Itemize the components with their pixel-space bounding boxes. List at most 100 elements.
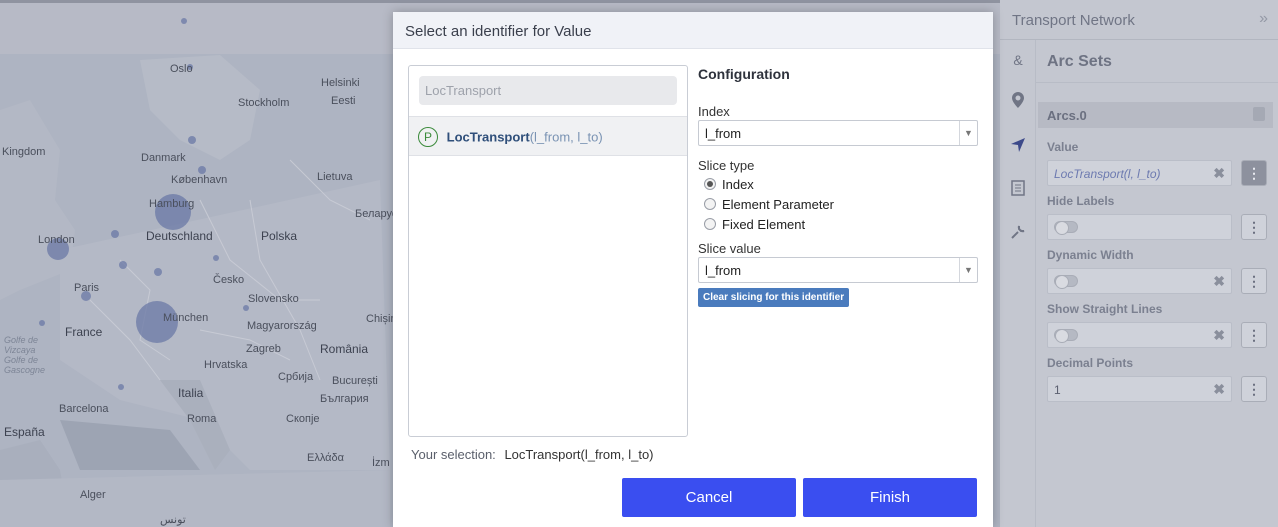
map-city-label: España [4,425,45,439]
map-city-label: Alger [80,489,106,501]
chevron-down-icon: ▼ [959,258,977,282]
land-north-africa [0,470,390,527]
clear-decimal-points-icon[interactable]: ✖ [1213,381,1225,398]
straight-lines-options-button[interactable]: ⋮ [1241,322,1267,348]
map-city-label: București [332,375,378,387]
finish-button[interactable]: Finish [803,478,977,517]
map-city-label: Paris [74,282,100,294]
map-city-label: تونس [160,514,186,526]
map-pin-icon[interactable] [1008,92,1028,112]
sidebar-tabs: & [1000,40,1036,527]
map-city-label: Deutschland [146,229,213,243]
dialog-title: Select an identifier for Value [405,23,592,40]
slice-type-option-label: Index [722,177,754,192]
slice-type-option[interactable]: Fixed Element [704,217,805,232]
straight-lines-label: Show Straight Lines [1047,302,1163,316]
dynamic-width-field: ✖ [1047,268,1232,294]
sidebar-header: Transport Network » [1000,0,1278,40]
map-city-label: Slovensko [248,293,299,305]
map-city-label: München [163,312,209,324]
map-city-label: Беларус [355,208,398,220]
value-field[interactable]: LocTransport(l, l_to) ✖ [1047,160,1232,186]
clear-slicing-button[interactable]: Clear slicing for this identifier [698,288,850,307]
map-city-label: Hrvatska [204,359,248,371]
wrench-icon-shape [1011,225,1025,239]
arc-set-name: Arcs.0 [1047,108,1087,123]
slice-type-option-label: Fixed Element [722,217,806,232]
sidebar-title: Transport Network [1012,12,1135,29]
hide-labels-label: Hide Labels [1047,194,1115,208]
slice-type-option[interactable]: Index [704,177,754,192]
dynamic-width-toggle[interactable] [1054,275,1078,289]
map-city-label: Česko [213,274,245,286]
dynamic-width-options-button[interactable]: ⋮ [1241,268,1267,294]
selection-label: Your selection: [411,447,496,462]
map-city-label: İzm [372,457,390,469]
map-pin-icon-shape [1012,92,1024,108]
identifier-selector-dialog: Select an identifier for Value P LocTran… [393,12,993,527]
chevron-down-icon: ▼ [959,121,977,145]
search-input[interactable] [419,76,677,105]
arc-set-header[interactable]: Arcs.0 [1038,102,1273,128]
identifier-args: (l_from, l_to) [529,129,603,145]
straight-lines-toggle[interactable] [1054,329,1078,343]
straight-lines-field: ✖ [1047,322,1232,348]
radio-button[interactable] [704,218,716,230]
dialog-header: Select an identifier for Value [393,12,993,49]
map-city-label: Eesti [331,95,356,107]
selection-value: LocTransport(l_from, l_to) [504,447,654,462]
slice-value-label: Slice value [698,241,761,256]
slice-type-option-label: Element Parameter [722,197,834,212]
slice-value: l_from [705,263,742,278]
map-city-label: France [65,325,103,339]
divider [1036,82,1278,83]
slice-value-select[interactable]: l_from ▼ [698,257,978,283]
sidebar-content: Arc Sets Arcs.0 Value LocTransport(l, l_… [1036,40,1278,527]
map-city-label: Zagreb [246,343,281,355]
decimal-points-field[interactable]: 1 ✖ [1047,376,1232,402]
map-city-label: London [38,234,75,246]
map-city-label: Kingdom [2,146,46,158]
decimal-points-options-button[interactable]: ⋮ [1241,376,1267,402]
map-city-label: Helsinki [321,77,360,89]
map-city-label: Roma [187,413,217,425]
map-city-label: Polska [261,229,298,243]
list-item[interactable]: P LocTransport(l_from, l_to) [409,116,687,156]
document-list-icon-shape [1011,180,1025,196]
decimal-points-label: Decimal Points [1047,356,1134,370]
trash-icon[interactable] [1253,107,1265,121]
wrench-icon[interactable] [1008,224,1028,244]
navigation-arrow-icon[interactable] [1008,137,1028,157]
hide-labels-options-button[interactable]: ⋮ [1241,214,1267,240]
map-city-label: Chișin [366,313,397,325]
ampersand-icon[interactable]: & [1008,50,1028,70]
map-city-label: Lietuva [317,171,353,183]
index-label: Index [698,104,730,119]
map-city-label: Italia [178,386,204,400]
document-list-icon[interactable] [1008,180,1028,200]
map-city-label: Hamburg [149,198,195,210]
clear-value-icon[interactable]: ✖ [1213,165,1225,182]
value-text: LocTransport(l, l_to) [1054,167,1161,181]
collapse-icon[interactable]: » [1259,10,1268,28]
map-city-label: Ελλάδα [307,452,345,464]
clear-dynamic-width-icon[interactable]: ✖ [1213,273,1225,290]
clear-straight-lines-icon[interactable]: ✖ [1213,327,1225,344]
configuration-title: Configuration [698,66,790,82]
map-city-label: København [171,174,228,186]
map-city-label: България [320,393,369,405]
value-options-button[interactable]: ⋮ [1241,160,1267,186]
index-value: l_from [705,126,742,141]
hide-labels-toggle[interactable] [1054,221,1078,235]
decimal-points-value: 1 [1054,383,1061,397]
index-select[interactable]: l_from ▼ [698,120,978,146]
radio-button[interactable] [704,198,716,210]
map-city-label: Србија [278,371,314,383]
radio-button[interactable] [704,178,716,190]
slice-type-option[interactable]: Element Parameter [704,197,834,212]
cancel-button[interactable]: Cancel [622,478,796,517]
identifier-name: LocTransport [446,129,530,145]
map-city-label: România [320,342,369,356]
section-title: Arc Sets [1047,53,1112,70]
map-city-label: Danmark [141,152,186,164]
